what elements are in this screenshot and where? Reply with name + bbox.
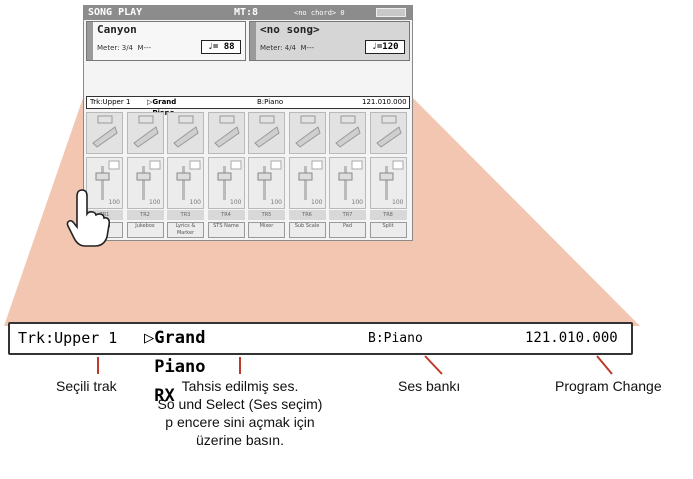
- caption-assigned-sound: Tahsis edilmiş ses. So und Select (Ses s…: [157, 378, 323, 448]
- caption-selected-track: Seçili trak: [56, 378, 117, 394]
- caption-sound-bank: Ses bankı: [398, 378, 461, 394]
- caption-program-change: Program Change: [555, 378, 662, 394]
- callout-lines: [97, 355, 613, 375]
